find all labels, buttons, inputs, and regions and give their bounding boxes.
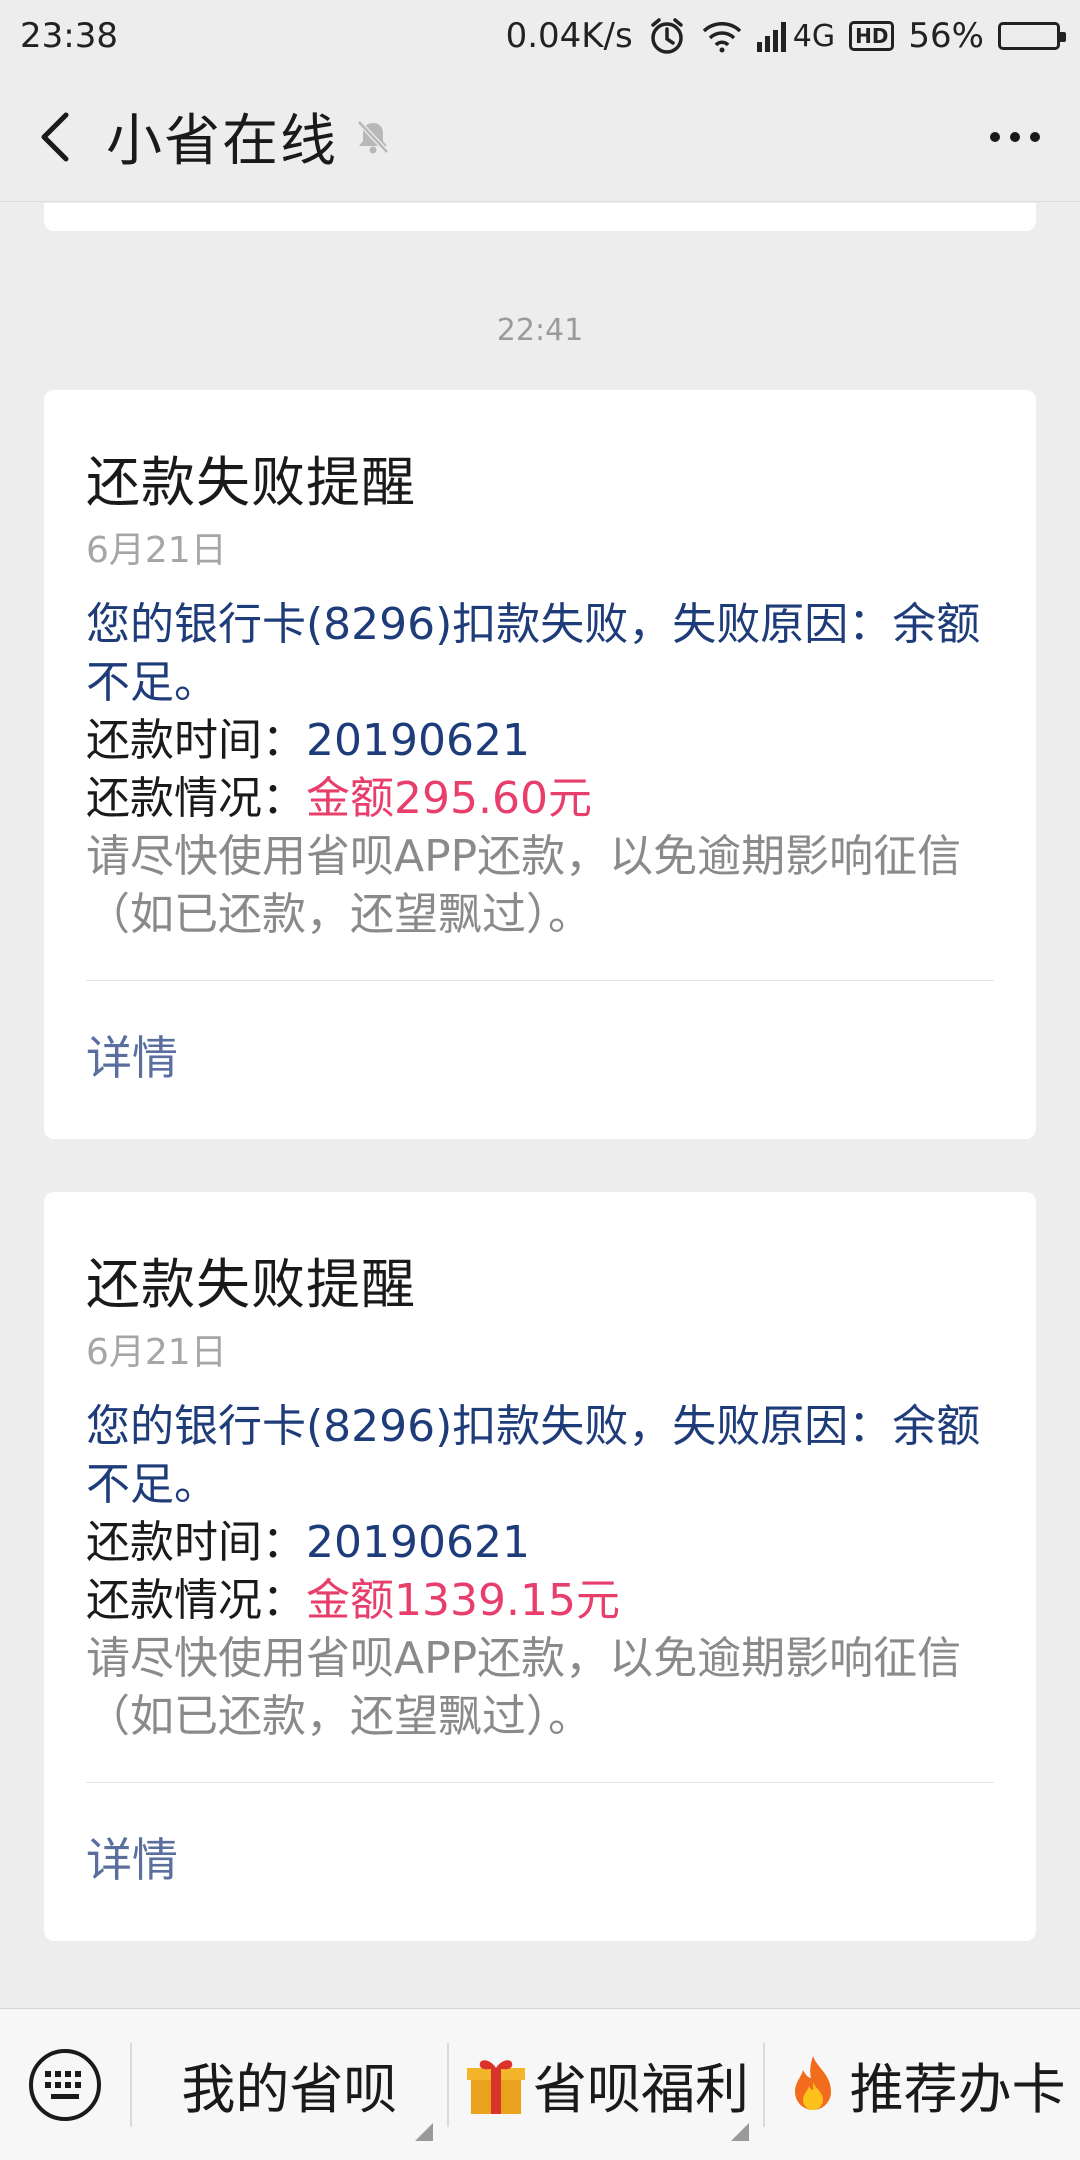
failure-message: 您的银行卡(8296)扣款失败，失败原因：余额不足。 [86,1401,981,1510]
more-button[interactable] [960,72,1070,202]
bottom-menu-bar: 我的省呗 省呗福利 推荐办卡 [0,2008,1080,2160]
message-card[interactable]: 还款失败提醒 6月21日 您的银行卡(8296)扣款失败，失败原因：余额不足。 … [44,390,1036,1139]
gift-icon [463,2052,529,2118]
network-type: 4G [792,19,836,54]
wifi-icon [701,19,743,53]
message-card[interactable]: 还款失败提醒 6月21日 您的银行卡(8296)扣款失败，失败原因：余额不足。 … [44,1192,1036,1941]
menu-shengbei-welfare[interactable]: 省呗福利 [449,2009,764,2160]
menu-label: 我的省呗 [181,2058,398,2121]
battery-percent: 56% [908,16,984,56]
status-icons: 0.04K/s 4G HD 56% [505,16,1066,56]
net-speed: 0.04K/s [505,16,633,56]
repay-time-value: 20190621 [306,1517,530,1568]
chevron-left-icon [41,112,69,161]
menu-label: 推荐办卡 [849,2058,1066,2121]
repay-status-row: 还款情况：金额295.60元 [86,770,994,828]
submenu-indicator [731,2122,750,2141]
fire-icon [780,2052,846,2118]
failure-message: 您的银行卡(8296)扣款失败，失败原因：余额不足。 [86,599,981,708]
card-title: 还款失败提醒 [86,1253,416,1316]
repay-time-label: 还款时间： [86,715,306,766]
signal-icon: 4G [756,19,836,54]
back-button[interactable] [6,72,106,202]
more-dots-icon [990,131,1040,142]
menu-label: 省呗福利 [533,2058,749,2121]
previous-message-card [44,203,1036,231]
repay-status-row: 还款情况：金额1339.15元 [86,1572,994,1630]
repay-time-row: 还款时间：20190621 [86,1514,994,1572]
menu-recommend-card[interactable]: 推荐办卡 [765,2009,1080,2160]
keyboard-icon [29,2048,101,2121]
card-body: 您的银行卡(8296)扣款失败，失败原因：余额不足。 还款时间：20190621… [86,596,994,944]
detail-link[interactable]: 详情 [86,981,994,1139]
status-time: 23:38 [20,16,118,56]
repay-note: 请尽快使用省呗APP还款，以免逾期影响征信（如已还款，还望飘过）。 [86,831,962,940]
muted-bell-icon [354,117,394,157]
repay-amount: 金额1339.15元 [306,1575,620,1626]
chat-area[interactable]: 22:41 还款失败提醒 6月21日 您的银行卡(8296)扣款失败，失败原因：… [0,203,1080,2008]
chat-title: 小省在线 [106,109,338,174]
detail-link[interactable]: 详情 [86,1783,994,1941]
repay-time-value: 20190621 [306,715,530,766]
battery-icon [998,22,1066,50]
repay-status-label: 还款情况： [86,773,306,824]
keyboard-toggle-button[interactable] [0,2009,130,2160]
card-date: 6月21日 [86,1332,227,1373]
status-bar: 23:38 0.04K/s 4G HD 56% [0,0,1080,72]
alarm-icon [647,16,687,56]
card-date: 6月21日 [86,530,227,571]
repay-status-label: 还款情况： [86,1575,306,1626]
card-body: 您的银行卡(8296)扣款失败，失败原因：余额不足。 还款时间：20190621… [86,1398,994,1746]
repay-amount: 金额295.60元 [306,773,592,824]
repay-note: 请尽快使用省呗APP还款，以免逾期影响征信（如已还款，还望飘过）。 [86,1633,962,1742]
repay-time-label: 还款时间： [86,1517,306,1568]
submenu-indicator [414,2122,433,2141]
hd-icon: HD [849,21,895,51]
card-title: 还款失败提醒 [86,451,416,514]
message-timestamp: 22:41 [496,313,584,348]
chat-header: 小省在线 [0,72,1080,202]
menu-my-shengbei[interactable]: 我的省呗 [132,2009,447,2160]
repay-time-row: 还款时间：20190621 [86,712,994,770]
